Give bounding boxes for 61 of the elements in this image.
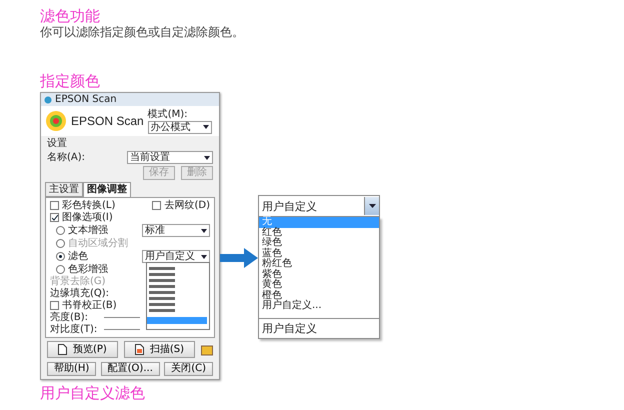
dropdown[interactable]: 标准 xyxy=(142,224,210,237)
picture-document-icon xyxy=(134,344,144,355)
radio-label: 滤色 xyxy=(68,251,88,262)
checkbox[interactable] xyxy=(50,213,59,222)
folder-icon[interactable] xyxy=(201,344,213,356)
section-heading: 指定颜色 xyxy=(40,72,100,90)
caret-icon xyxy=(201,228,207,232)
brand-name: EPSON Scan xyxy=(71,116,144,126)
dialog-button[interactable]: 帮助(H) xyxy=(47,362,96,376)
name-dropdown[interactable]: 当前设置 xyxy=(127,151,213,164)
slider-label: 亮度(B): xyxy=(50,312,88,323)
radio-label: 文本增强 xyxy=(68,225,108,236)
option-label: 边缘填充(Q): xyxy=(50,288,110,299)
arrow-icon xyxy=(220,248,258,268)
checkbox-label: 书脊校正(B) xyxy=(62,300,117,311)
caret-icon xyxy=(201,254,207,258)
slider-label: 对比度(T): xyxy=(50,324,98,335)
radio-label: 色彩增强 xyxy=(68,264,108,275)
dropdown-list-drawing xyxy=(146,262,210,330)
dialog-button[interactable]: 关闭(C) xyxy=(164,362,213,376)
caret-icon xyxy=(368,204,376,208)
checkbox-label: 图像选项(I) xyxy=(62,212,113,223)
dropdown[interactable]: 用户自定义 xyxy=(142,250,210,263)
color-dropdown[interactable]: 用户自定义 xyxy=(258,195,380,217)
dialog-button[interactable]: 配置(O)... xyxy=(100,362,160,376)
group-label: 设置 xyxy=(47,138,67,149)
dropdown-option[interactable]: 用户自定义 xyxy=(259,318,379,338)
action-button[interactable]: 扫描(S) xyxy=(124,341,195,358)
dropdown-option[interactable]: 绿色 xyxy=(259,238,379,248)
dropdown-option[interactable]: 用户自定义... xyxy=(259,301,379,312)
dropdown-option[interactable]: 红色 xyxy=(259,228,379,238)
section-heading: 滤色功能 xyxy=(40,7,100,25)
name-label: 名称(A): xyxy=(47,152,86,163)
dropdown-option[interactable]: 橙色 xyxy=(259,290,379,301)
checkbox-label: 彩色转换(L) xyxy=(62,200,116,211)
app-icon xyxy=(44,96,52,104)
checkbox[interactable] xyxy=(50,201,59,210)
checkbox[interactable] xyxy=(50,301,59,310)
window-title: EPSON Scan xyxy=(55,94,117,105)
tab[interactable]: 主设置 xyxy=(45,182,83,197)
mode-label: 模式(M): xyxy=(148,108,189,120)
radio-button[interactable] xyxy=(56,265,65,274)
radio-button[interactable] xyxy=(56,226,65,235)
dropdown-option[interactable]: 蓝色 xyxy=(259,248,379,259)
radio-label: 自动区域分割 xyxy=(68,238,128,249)
dropdown-option[interactable]: 粉红色 xyxy=(259,259,379,270)
dropdown-option[interactable]: 黄色 xyxy=(259,280,379,290)
option-label: 背景去除(G) xyxy=(50,276,106,287)
mode-dropdown[interactable]: 办公模式 xyxy=(148,120,212,134)
checkbox-label: 去网纹(D) xyxy=(164,200,210,211)
logo-icon xyxy=(45,110,67,132)
radio-button[interactable] xyxy=(56,252,65,261)
dropdown-option[interactable]: 紫色 xyxy=(259,270,379,280)
caret-icon xyxy=(204,156,210,160)
caret-icon xyxy=(202,125,209,129)
action-button[interactable]: 预览(P) xyxy=(47,341,118,358)
checkbox[interactable] xyxy=(152,201,162,210)
intro-text: 你可以滤除指定颜色或自定滤除颜色。 xyxy=(40,25,245,40)
tab[interactable]: 图像调整 xyxy=(83,182,131,197)
document-icon xyxy=(58,344,67,355)
section-heading: 用户自定义滤色 xyxy=(40,384,145,402)
